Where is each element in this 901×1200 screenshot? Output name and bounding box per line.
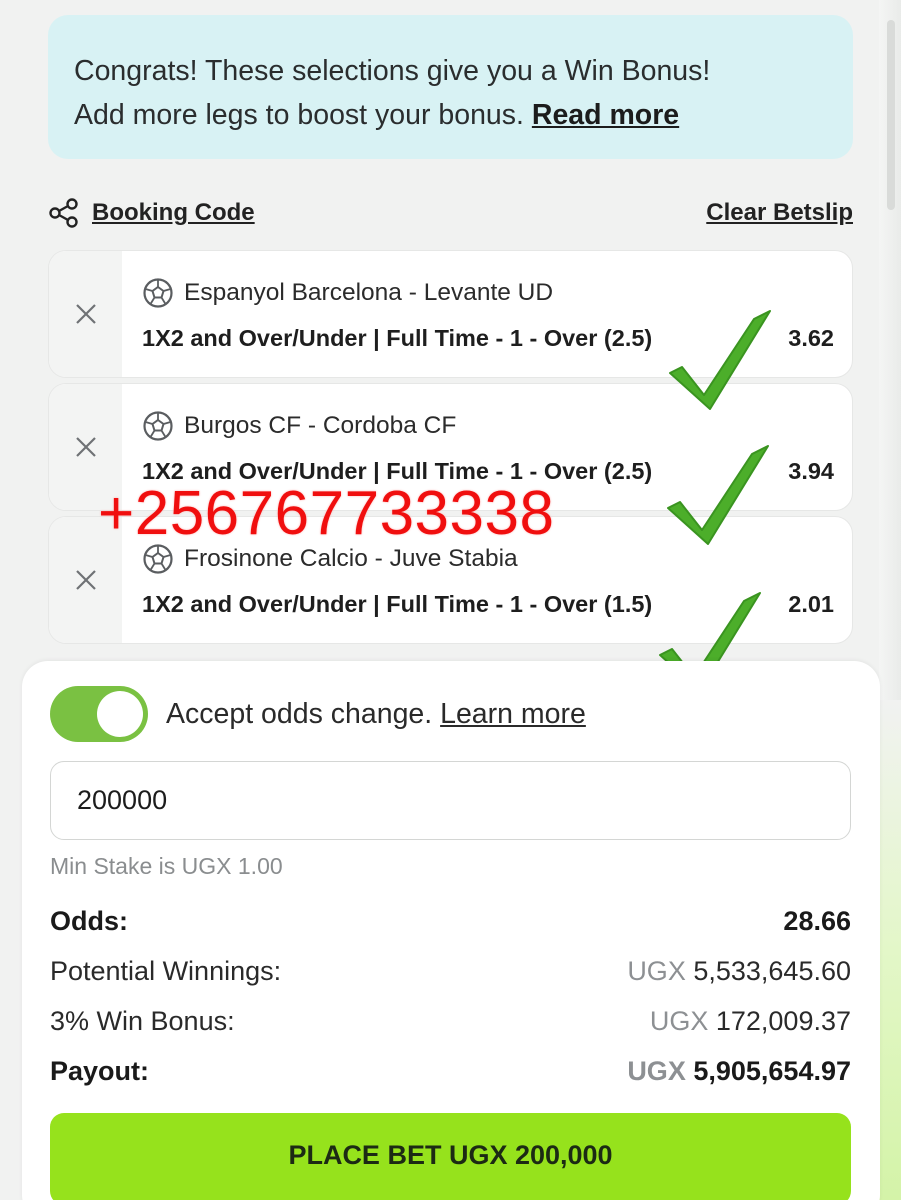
booking-code-link[interactable]: Booking Code <box>92 199 255 227</box>
close-icon <box>75 304 96 324</box>
leg-match: Burgos CF - Cordoba CF <box>142 410 456 442</box>
accept-odds-label: Accept odds change. Learn more <box>166 698 586 731</box>
payout-amount: UGX 5,905,654.97 <box>627 1056 851 1087</box>
win-bonus-value: 172,009.37 <box>715 1006 851 1036</box>
potential-winnings-label: Potential Winnings: <box>50 956 282 986</box>
learn-more-link[interactable]: Learn more <box>440 698 586 730</box>
soccer-ball-icon <box>143 544 173 574</box>
banner-line-1: Congrats! These selections give you a Wi… <box>74 55 711 87</box>
close-icon <box>75 570 96 590</box>
win-bonus-row: 3% Win Bonus: UGX 172,009.37 <box>50 1006 851 1037</box>
remove-leg-button[interactable] <box>49 384 122 510</box>
leg-match-name: Frosinone Calcio - Juve Stabia <box>184 545 518 572</box>
accept-odds-change-row: Accept odds change. Learn more <box>50 686 586 742</box>
leg-market: 1X2 and Over/Under | Full Time - 1 - Ove… <box>142 591 653 617</box>
currency-label: UGX <box>649 1006 709 1036</box>
leg-match-name: Burgos CF - Cordoba CF <box>184 412 457 439</box>
soccer-ball-icon <box>143 411 173 441</box>
potential-winnings-value: 5,533,645.60 <box>693 956 851 986</box>
leg-odds: 2.01 <box>788 591 834 617</box>
soccer-ball-icon <box>143 278 173 308</box>
bet-summary-card: Accept odds change. Learn more Min Stake… <box>22 661 880 1200</box>
stake-input[interactable] <box>50 761 851 840</box>
bet-leg: Espanyol Barcelona - Levante UD 1X2 and … <box>48 250 853 378</box>
min-stake-note: Min Stake is UGX 1.00 <box>50 853 283 879</box>
bet-leg: Burgos CF - Cordoba CF 1X2 and Over/Unde… <box>48 383 853 511</box>
win-bonus-label: 3% Win Bonus: <box>50 1006 235 1036</box>
betslip-actions: Booking Code Clear Betslip <box>48 193 853 233</box>
read-more-link[interactable]: Read more <box>532 99 679 131</box>
close-icon <box>75 437 96 457</box>
bet-leg: Frosinone Calcio - Juve Stabia 1X2 and O… <box>48 516 853 644</box>
payout-label: Payout: <box>50 1056 150 1086</box>
win-bonus-banner: Congrats! These selections give you a Wi… <box>48 15 853 159</box>
banner-line-2-text: Add more legs to boost your bonus. <box>74 99 524 131</box>
share-icon <box>49 198 78 228</box>
accept-odds-text: Accept odds change. <box>166 697 433 730</box>
booking-code-group[interactable]: Booking Code <box>48 197 255 229</box>
leg-match: Espanyol Barcelona - Levante UD <box>142 277 553 309</box>
remove-leg-button[interactable] <box>49 251 122 377</box>
potential-winnings-row: Potential Winnings: UGX 5,533,645.60 <box>50 956 851 987</box>
banner-line-2: Add more legs to boost your bonus. Read … <box>74 93 827 137</box>
currency-label: UGX <box>627 1056 686 1086</box>
payout-row: Payout: UGX 5,905,654.97 <box>50 1056 851 1087</box>
payout-value: 5,905,654.97 <box>693 1056 851 1086</box>
leg-odds: 3.62 <box>788 325 834 351</box>
win-bonus-amount: UGX 172,009.37 <box>650 1006 851 1037</box>
leg-market: 1X2 and Over/Under | Full Time - 1 - Ove… <box>142 458 653 484</box>
potential-winnings-amount: UGX 5,533,645.60 <box>627 956 851 987</box>
leg-market: 1X2 and Over/Under | Full Time - 1 - Ove… <box>142 325 653 351</box>
place-bet-button[interactable]: PLACE BET UGX 200,000 <box>50 1113 851 1200</box>
leg-match: Frosinone Calcio - Juve Stabia <box>142 543 518 575</box>
toggle-knob <box>97 691 143 737</box>
accept-odds-toggle[interactable] <box>50 686 148 742</box>
side-glow <box>879 700 901 1200</box>
remove-leg-button[interactable] <box>49 517 122 643</box>
leg-odds: 3.94 <box>788 458 834 484</box>
leg-match-name: Espanyol Barcelona - Levante UD <box>184 279 554 306</box>
clear-betslip-link[interactable]: Clear Betslip <box>706 199 853 227</box>
odds-label: Odds: <box>50 906 128 936</box>
odds-total: 28.66 <box>783 906 851 936</box>
odds-row: Odds: 28.66 <box>50 906 851 937</box>
currency-label: UGX <box>627 956 686 986</box>
scrollbar-thumb[interactable] <box>887 20 895 210</box>
